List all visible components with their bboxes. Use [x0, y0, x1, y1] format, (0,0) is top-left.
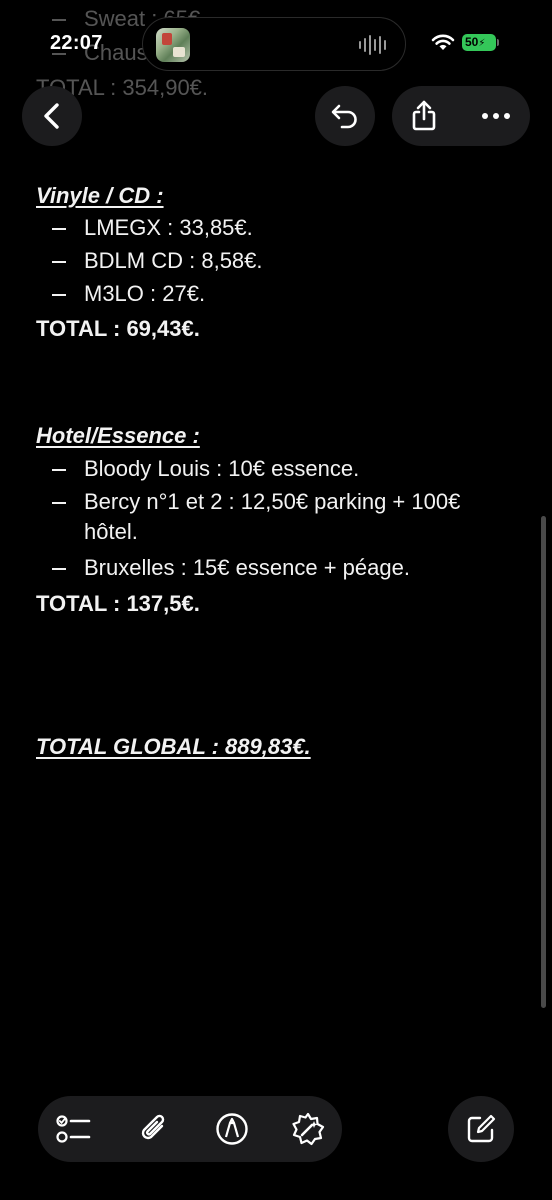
- list-item-text: Bruxelles : 15€ essence + péage.: [84, 555, 410, 580]
- checklist-icon: [56, 1115, 91, 1143]
- more-icon: [482, 113, 510, 119]
- album-art-icon: [156, 28, 190, 62]
- undo-icon: [331, 104, 357, 129]
- list-item[interactable]: LMEGX : 33,85€.: [52, 213, 512, 243]
- scrollbar[interactable]: [541, 516, 546, 1008]
- markup-button[interactable]: [212, 1109, 252, 1149]
- notes-screen: Sweat : 65€. Chaus TOTAL : 354,90€. 22:0…: [0, 0, 552, 1200]
- list-item-text: BDLM CD : 8,58€.: [84, 248, 263, 273]
- global-total[interactable]: TOTAL GLOBAL : 889,83€.: [36, 732, 311, 762]
- dash-bullet: [52, 553, 66, 583]
- list-item-text: Bercy n°1 et 2 : 12,50€ parking + 100€ h…: [84, 489, 461, 544]
- list-item[interactable]: BDLM CD : 8,58€.: [52, 246, 512, 276]
- dynamic-island[interactable]: [142, 17, 406, 71]
- section-heading-vinyle[interactable]: Vinyle / CD :: [36, 181, 164, 211]
- battery-level: 50: [465, 35, 479, 49]
- battery-charging-icon: 50⚡: [462, 34, 496, 51]
- chevron-left-icon: [44, 103, 59, 129]
- new-note-button[interactable]: [448, 1096, 514, 1162]
- dash-bullet: [52, 279, 66, 309]
- markup-pen-icon: [216, 1113, 248, 1145]
- list-item[interactable]: Bruxelles : 15€ essence + péage.: [52, 553, 512, 583]
- paperclip-icon: [141, 1114, 165, 1140]
- list-item[interactable]: Bloody Louis : 10€ essence.: [52, 454, 512, 484]
- attachment-button[interactable]: [134, 1109, 174, 1149]
- list-item-text: LMEGX : 33,85€.: [84, 215, 253, 240]
- compose-icon: [467, 1114, 496, 1143]
- back-button[interactable]: [22, 86, 82, 146]
- wifi-icon: [430, 32, 456, 52]
- list-item-text: M3LO : 27€.: [84, 281, 206, 306]
- waveform-icon: [359, 34, 389, 56]
- battery-tip: [497, 39, 499, 46]
- dash-bullet: [52, 487, 66, 517]
- dash-bullet: [52, 213, 66, 243]
- checklist-button[interactable]: [54, 1109, 94, 1149]
- apple-intelligence-icon: [292, 1112, 325, 1146]
- dash-bullet: [52, 246, 66, 276]
- share-icon: [412, 100, 436, 131]
- status-time: 22:07: [50, 32, 103, 54]
- share-button[interactable]: [406, 98, 442, 134]
- dash-bullet: [52, 454, 66, 484]
- writing-tools-button[interactable]: [288, 1109, 328, 1149]
- undo-button[interactable]: [315, 86, 375, 146]
- section-total-vinyle[interactable]: TOTAL : 69,43€.: [36, 314, 200, 344]
- list-item[interactable]: Bercy n°1 et 2 : 12,50€ parking + 100€ h…: [52, 487, 512, 547]
- section-heading-hotel[interactable]: Hotel/Essence :: [36, 421, 200, 451]
- more-button[interactable]: [478, 98, 514, 134]
- list-item[interactable]: M3LO : 27€.: [52, 279, 512, 309]
- bottom-toolbar: [38, 1096, 342, 1162]
- list-item-text: Bloody Louis : 10€ essence.: [84, 456, 360, 481]
- share-more-group: [392, 86, 530, 146]
- dash-bullet: [52, 4, 66, 34]
- section-total-hotel[interactable]: TOTAL : 137,5€.: [36, 589, 200, 619]
